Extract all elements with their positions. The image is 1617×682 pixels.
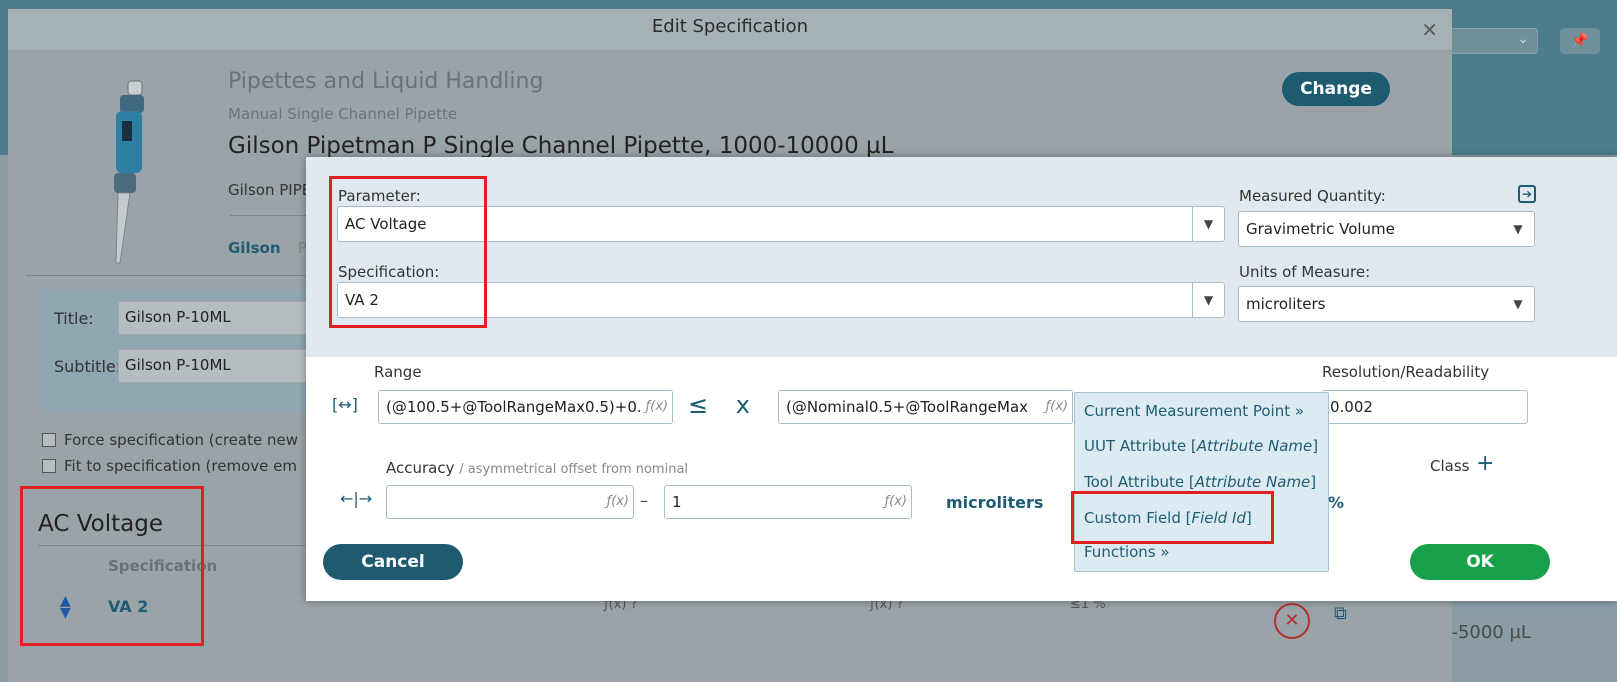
units-value: microliters [1246,295,1326,313]
percent-label: % [1328,493,1345,512]
chevron-down-icon[interactable]: ▼ [1502,287,1534,321]
function-icon[interactable]: ƒ(x) [1043,391,1068,423]
menu-item-bracket: ] [1245,509,1252,527]
menu-item-label: Custom Field [ [1084,509,1192,527]
range-min-value: (@100.5+@ToolRangeMax0.5)+0. [386,398,642,416]
function-menu: Current Measurement Point » UUT Attribut… [1074,392,1329,572]
measured-quantity-label: Measured Quantity: [1239,187,1386,205]
menu-item-label: Functions » [1084,543,1170,561]
units-label: Units of Measure: [1239,263,1371,281]
accuracy-separator: – [640,491,648,510]
range-label: Range [374,363,422,381]
force-spec-checkbox-row[interactable]: Force specification (create new [42,431,298,449]
resolution-label: Resolution/Readability [1322,363,1490,381]
tab-gilson[interactable]: Gilson [228,239,281,257]
range-toggle-icon[interactable]: [↔] [332,395,358,414]
range-max-input[interactable]: (@Nominal0.5+@ToolRangeMax ƒ(x) [778,390,1073,424]
force-spec-label: Force specification (create new [64,431,298,449]
menu-item-custom-field[interactable]: Custom Field [Field Id] [1084,509,1252,527]
title-label: Title: [54,309,94,328]
menu-item-tool-attribute[interactable]: Tool Attribute [Attribute Name] [1084,473,1316,491]
subtitle-input[interactable]: Gilson P-10ML [118,349,328,383]
accuracy-max-value: 1 [672,493,682,511]
accuracy-units: microliters [946,493,1044,512]
specification-value: VA 2 [345,291,379,309]
specification-row-name[interactable]: VA 2 [108,597,148,616]
ok-button[interactable]: OK [1410,544,1550,580]
menu-item-label: Tool Attribute [ [1084,473,1195,491]
resolution-value: 0.002 [1330,398,1373,416]
specification-column-header: Specification [108,557,218,575]
accuracy-max-input[interactable]: 1 ƒ(x) [664,485,912,519]
edit-window-header: Edit Specification × [8,9,1452,51]
pin-icon[interactable]: 📌 [1560,28,1600,54]
function-icon[interactable]: ƒ(x) [882,486,907,518]
range-max-value: (@Nominal0.5+@ToolRangeMax [786,398,1029,416]
chevron-down-icon[interactable]: ▼ [1502,212,1534,246]
menu-item-label: Current Measurement Point » [1084,402,1305,420]
copy-icon[interactable]: ⧉ [1334,603,1360,629]
resolution-input[interactable]: 0.002 [1322,390,1528,424]
menu-item-functions[interactable]: Functions » [1084,543,1170,561]
manufacturer-line: Gilson PIPE [228,181,312,199]
class-label: Class [1430,457,1470,475]
specification-select[interactable]: VA 2 ▼ [337,282,1225,318]
fit-spec-checkbox-row[interactable]: Fit to specification (remove em [42,457,297,475]
menu-item-arg: Attribute Name [1196,437,1313,455]
accuracy-note: / asymmetrical offset from nominal [459,462,689,477]
menu-item-current-measurement-point[interactable]: Current Measurement Point » [1084,402,1304,420]
specification-label: Specification: [338,263,440,281]
function-icon[interactable]: ƒ(x) [604,486,629,518]
background-dropdown[interactable]: ⌄ [1438,28,1538,54]
exit-icon[interactable]: ➔ [1518,185,1536,203]
pipette-image [114,80,144,264]
parameter-select[interactable]: AC Voltage ▼ [337,206,1225,242]
menu-item-arg: Field Id [1191,509,1246,527]
title-input[interactable]: Gilson P-10ML [118,301,328,335]
units-select[interactable]: microliters ▼ [1238,286,1535,322]
delete-icon[interactable]: ✕ [1274,603,1310,639]
menu-item-bracket: ] [1310,473,1317,491]
background-sidebar [0,155,8,682]
divider [26,275,322,276]
accuracy-title: Accuracy [386,459,455,477]
function-icon[interactable]: ƒ(x) [643,391,668,423]
menu-item-bracket: ] [1312,437,1319,455]
section-heading: AC Voltage [38,511,163,537]
divider [38,545,318,546]
measured-quantity-value: Gravimetric Volume [1246,220,1395,238]
parameter-value: AC Voltage [345,215,427,233]
measured-quantity-select[interactable]: Gravimetric Volume ▼ [1238,211,1535,247]
close-icon[interactable]: × [1421,17,1438,41]
add-class-icon[interactable]: + [1476,451,1494,476]
accuracy-label: Accuracy / asymmetrical offset from nomi… [386,459,688,477]
background-range-text: 0-5000 µL [1440,622,1531,643]
menu-item-arg: Attribute Name [1194,473,1311,491]
edit-window-title: Edit Specification [651,16,809,37]
range-min-input[interactable]: (@100.5+@ToolRangeMax0.5)+0. ƒ(x) [378,390,673,424]
subcategory-title: Manual Single Channel Pipette [228,105,458,123]
chevron-down-icon[interactable]: ▼ [1192,207,1224,241]
menu-item-uut-attribute[interactable]: UUT Attribute [Attribute Name] [1084,437,1318,455]
sort-icon[interactable]: ▲ ▼ [60,594,71,620]
parameter-modal: Parameter: AC Voltage ▼ Specification: V… [306,157,1617,601]
fit-spec-checkbox[interactable] [42,459,56,473]
change-button[interactable]: Change [1282,72,1390,106]
chevron-down-icon[interactable]: ▼ [1192,283,1224,317]
chevron-down-icon: ⌄ [1517,31,1529,47]
product-name: Gilson Pipetman P Single Channel Pipette… [228,133,894,159]
category-title: Pipettes and Liquid Handling [228,69,544,94]
force-spec-checkbox[interactable] [42,433,56,447]
subtitle-label: Subtitle: [54,357,122,376]
accuracy-toggle-icon[interactable]: ←|→ [340,489,372,508]
menu-item-label: UUT Attribute [ [1084,437,1197,455]
accuracy-min-input[interactable]: ƒ(x) [386,485,634,519]
fit-spec-label: Fit to specification (remove em [64,457,297,475]
cancel-button[interactable]: Cancel [323,544,463,580]
modal-header-panel: Parameter: AC Voltage ▼ Specification: V… [306,157,1617,357]
parameter-label: Parameter: [338,187,421,205]
